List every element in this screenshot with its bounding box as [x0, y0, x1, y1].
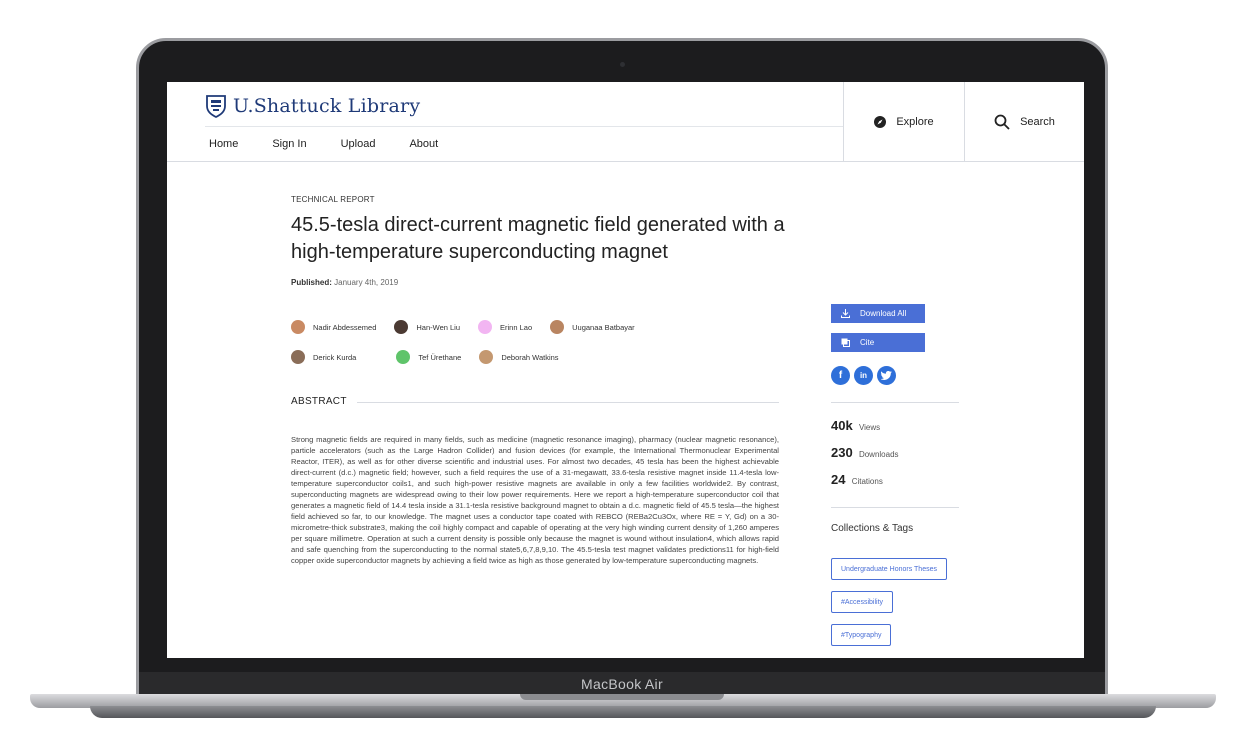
views-stat: 40k Views	[831, 418, 880, 433]
twitter-icon[interactable]	[877, 366, 896, 385]
nav-home[interactable]: Home	[209, 138, 238, 150]
author-name: Tef Ürethane	[418, 352, 462, 362]
explore-button[interactable]: Explore	[843, 82, 964, 162]
camera-dot	[620, 62, 625, 67]
article-title: 45.5-tesla direct-current magnetic field…	[291, 214, 785, 263]
author-item[interactable]: Erinn Lao	[478, 320, 532, 334]
citations-count: 24	[831, 472, 846, 487]
collections-heading: Collections & Tags	[831, 523, 914, 534]
cite-button[interactable]: Cite	[831, 333, 925, 352]
browser-screen: U.Shattuck Library Home Sign In Upload A…	[167, 82, 1084, 658]
avatar	[394, 320, 409, 334]
author-name: Nadir Abdessemed	[313, 322, 377, 332]
download-all-button[interactable]: Download All	[831, 304, 925, 323]
avatar	[478, 320, 493, 334]
laptop-base-shadow	[90, 706, 1156, 718]
linkedin-icon[interactable]: in	[854, 366, 873, 385]
sidebar-divider	[831, 402, 959, 403]
cite-label: Cite	[860, 338, 875, 347]
author-name: Deborah Watkins	[501, 352, 559, 362]
citations-stat: 24 Citations	[831, 472, 883, 487]
author-item[interactable]: Tef Ürethane	[396, 350, 461, 364]
avatar	[550, 320, 565, 334]
author-item[interactable]: Han-Wen Liu	[394, 320, 460, 334]
avatar	[291, 320, 305, 334]
header-divider	[205, 126, 843, 127]
author-item[interactable]: Deborah Watkins	[479, 350, 559, 364]
tag-chip[interactable]: #Typography	[831, 624, 892, 646]
download-label: Download All	[860, 309, 907, 318]
author-item[interactable]: Uuganaa Batbayar	[550, 320, 635, 334]
downloads-count: 230	[831, 445, 853, 460]
author-row: Derick Kurda Tef Ürethane Deborah Watkin…	[291, 342, 791, 372]
author-name: Erinn Lao	[500, 322, 533, 332]
citations-label: Citations	[851, 477, 883, 486]
avatar	[479, 350, 494, 364]
facebook-icon[interactable]: f	[831, 366, 850, 385]
author-list: Nadir Abdessemed Han-Wen Liu Erinn Lao U…	[291, 312, 791, 372]
author-name: Uuganaa Batbayar	[572, 322, 635, 332]
search-icon	[994, 114, 1010, 130]
brand-name: U.Shattuck Library	[233, 95, 421, 117]
views-label: Views	[858, 423, 881, 432]
site-header: U.Shattuck Library Home Sign In Upload A…	[167, 82, 1084, 162]
search-label: Search	[1020, 116, 1055, 128]
main-nav: Home Sign In Upload About	[209, 138, 472, 150]
laptop-notch	[520, 694, 724, 700]
nav-upload[interactable]: Upload	[341, 138, 376, 150]
brand[interactable]: U.Shattuck Library	[205, 94, 420, 118]
avatar	[291, 350, 305, 364]
download-icon	[841, 309, 850, 318]
device-label: MacBook Air	[581, 676, 663, 692]
avatar	[396, 350, 411, 364]
author-name: Han-Wen Liu	[416, 322, 461, 332]
shield-logo-icon	[206, 95, 226, 118]
tag-chip[interactable]: #Accessibility	[831, 591, 894, 613]
author-name: Derick Kurda	[313, 352, 357, 362]
explore-label: Explore	[896, 116, 934, 128]
sidebar-divider	[831, 507, 959, 508]
published-label: Published:	[291, 278, 332, 287]
views-count: 40k	[831, 418, 853, 433]
social-share: f in	[831, 366, 900, 385]
author-row: Nadir Abdessemed Han-Wen Liu Erinn Lao U…	[291, 312, 791, 342]
published-line: Published: January 4th, 2019	[291, 278, 398, 287]
downloads-stat: 230 Downloads	[831, 445, 899, 460]
laptop-mockup: MacBook Air U.Shattuck Library Home Sign…	[0, 0, 1244, 740]
nav-sign-in[interactable]: Sign In	[272, 138, 306, 150]
abstract-heading: ABSTRACT	[291, 396, 347, 407]
report-type: TECHNICAL REPORT	[291, 195, 375, 204]
author-item[interactable]: Derick Kurda	[291, 350, 356, 364]
abstract-divider	[357, 402, 779, 403]
downloads-label: Downloads	[858, 450, 899, 459]
published-date: January 4th, 2019	[334, 278, 399, 287]
copy-icon	[841, 338, 850, 347]
search-button[interactable]: Search	[964, 82, 1084, 162]
tag-chip[interactable]: Undergraduate Honors Theses	[831, 558, 947, 580]
compass-icon	[874, 116, 887, 128]
abstract-text: Strong magnetic fields are required in m…	[291, 435, 779, 565]
nav-about[interactable]: About	[409, 138, 438, 150]
author-item[interactable]: Nadir Abdessemed	[291, 320, 376, 334]
